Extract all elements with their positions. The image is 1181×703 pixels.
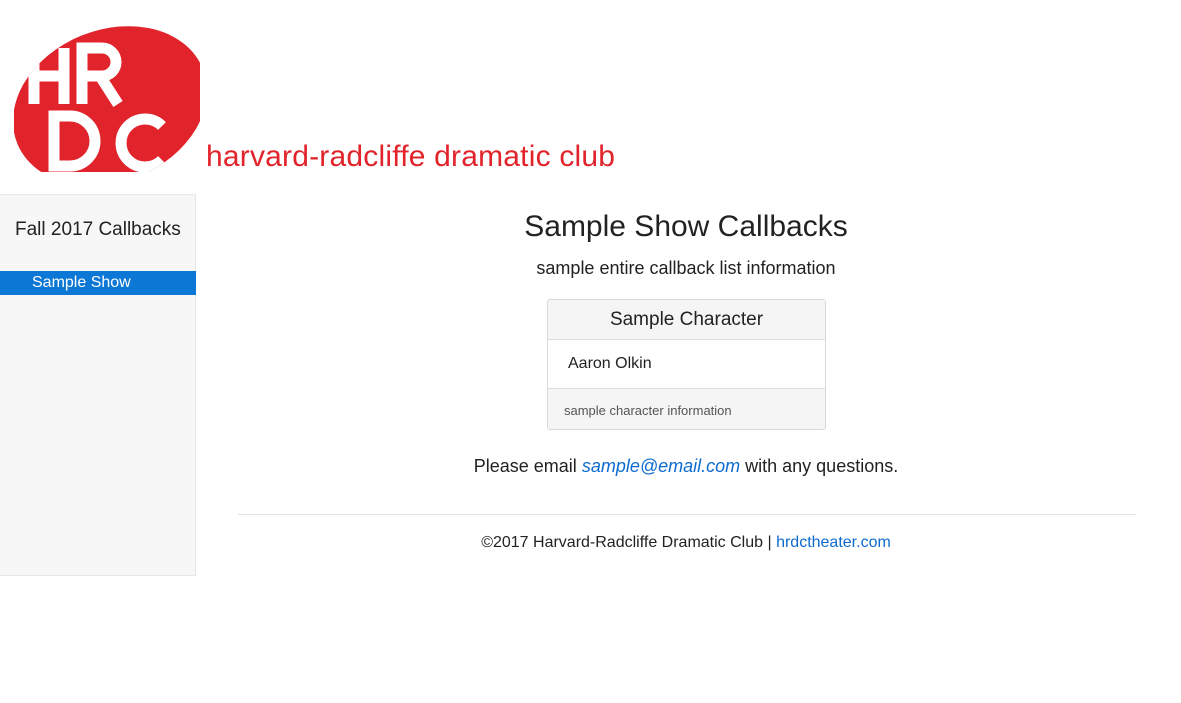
- sidebar: Fall 2017 Callbacks Sample Show: [0, 194, 196, 576]
- footer-divider: [238, 514, 1136, 515]
- page-title: Sample Show Callbacks: [524, 210, 848, 243]
- character-card: Sample Character Aaron Olkin sample char…: [547, 299, 826, 430]
- hrdc-logo: [14, 26, 200, 172]
- character-info: sample character information: [548, 389, 825, 429]
- main-content: Sample Show Callbacks sample entire call…: [196, 190, 1181, 590]
- website-link[interactable]: hrdctheater.com: [776, 534, 891, 551]
- page-subtitle: sample entire callback list information: [536, 258, 836, 278]
- sidebar-item-sample-show[interactable]: Sample Show: [0, 271, 196, 295]
- club-name: harvard-radcliffe dramatic club: [206, 140, 616, 173]
- contact-prefix: Please email: [473, 456, 582, 476]
- contact-suffix: with any questions.: [740, 456, 899, 476]
- footer: ©2017 Harvard-Radcliffe Dramatic Club | …: [196, 534, 1176, 552]
- character-name: Sample Character: [548, 300, 825, 340]
- copyright-text: ©2017 Harvard-Radcliffe Dramatic Club |: [481, 534, 777, 551]
- site-header: harvard-radcliffe dramatic club: [0, 0, 1181, 190]
- actor-name: Aaron Olkin: [548, 340, 825, 389]
- sidebar-title: Fall 2017 Callbacks: [15, 219, 181, 240]
- contact-line: Please email sample@email.com with any q…: [196, 456, 1176, 477]
- contact-email-link[interactable]: sample@email.com: [582, 456, 740, 476]
